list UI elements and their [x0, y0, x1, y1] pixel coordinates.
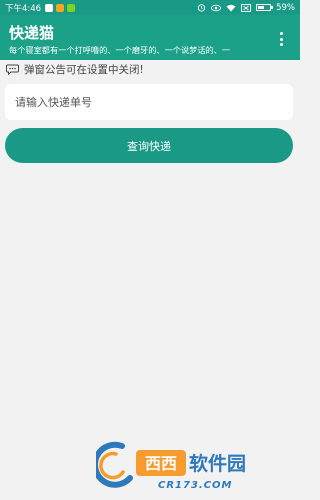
app-subtitle: 每个寝室都有一个打呼噜的、一个磨牙的、一个说梦话的、一 [9, 45, 231, 55]
notification-app-icon [67, 3, 76, 12]
alarm-icon [197, 4, 206, 12]
status-notification-icons [45, 3, 76, 12]
battery-fill [258, 6, 265, 9]
battery-icon [256, 4, 274, 11]
status-time: 下午4:46 [5, 3, 42, 14]
notice-text: 弹窗公告可在设置中关闭! [24, 64, 144, 76]
overflow-dot [279, 32, 283, 35]
svg-text:软件园: 软件园 [189, 452, 246, 475]
svg-text:西西: 西西 [145, 454, 177, 473]
tracking-number-input[interactable] [5, 84, 293, 120]
eye-icon [211, 4, 222, 11]
battery-percent: 59% [276, 2, 295, 13]
status-bar: 下午4:46 59% [0, 0, 300, 15]
no-sim-icon [241, 3, 252, 12]
overflow-dot [279, 37, 283, 41]
overflow-menu-button[interactable] [276, 30, 286, 48]
watermark-logo: 西西 软件园 CR173.COM [96, 441, 246, 491]
speech-bubble-icon [6, 64, 19, 75]
app-bar: 快递猫 每个寝室都有一个打呼噜的、一个磨牙的、一个说梦话的、一 [0, 15, 300, 60]
query-button-label: 查询快递 [127, 139, 171, 153]
overflow-dot [279, 43, 283, 46]
query-express-button[interactable]: 查询快递 [5, 128, 293, 163]
app-title: 快递猫 [9, 24, 55, 42]
wifi-icon [226, 4, 236, 11]
notification-app-icon [56, 3, 65, 12]
svg-text:CR173.COM: CR173.COM [158, 480, 233, 491]
notice-banner: 弹窗公告可在设置中关闭! [6, 62, 144, 77]
status-right-group: 59% [197, 3, 295, 13]
notification-app-icon [45, 3, 54, 12]
